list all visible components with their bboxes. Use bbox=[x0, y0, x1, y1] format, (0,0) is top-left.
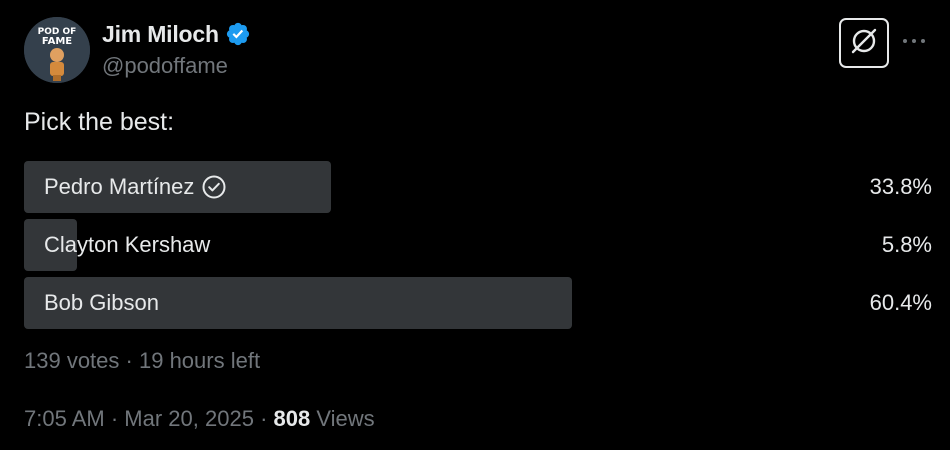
author-handle[interactable]: @podoffame bbox=[102, 53, 228, 79]
poll: Pedro Martínez 33.8% Clayton Kershaw 5.8… bbox=[24, 161, 932, 335]
poll-option-percent: 60.4% bbox=[869, 290, 932, 315]
poll-meta: 139 votes · 19 hours left bbox=[24, 348, 260, 374]
poll-time-left: 19 hours left bbox=[138, 348, 261, 373]
verified-badge-icon[interactable] bbox=[225, 21, 251, 47]
poll-option-percent: 33.8% bbox=[869, 174, 932, 199]
more-horizontal-icon bbox=[902, 32, 926, 50]
tweet-card: POD OF FAME Jim Miloch @podoffame Pick t… bbox=[0, 0, 950, 450]
more-options-button[interactable] bbox=[898, 28, 930, 54]
tweet-timestamp-row: 7:05 AM · Mar 20, 2025 · 808 Views bbox=[24, 406, 375, 432]
poll-votes: 139 votes bbox=[24, 348, 120, 373]
avatar-logo-text-2: FAME bbox=[42, 36, 72, 47]
tweet-date[interactable]: Mar 20, 2025 bbox=[124, 406, 254, 431]
views-label: Views bbox=[316, 406, 375, 431]
grok-button[interactable] bbox=[839, 18, 889, 68]
timestamp-separator-2: · bbox=[260, 406, 268, 431]
poll-option-label: Bob Gibson bbox=[44, 290, 159, 315]
poll-option-percent: 5.8% bbox=[881, 232, 932, 257]
poll-option-label-row: Bob Gibson bbox=[44, 277, 159, 329]
poll-option[interactable]: Clayton Kershaw 5.8% bbox=[24, 219, 932, 271]
poll-option-label: Clayton Kershaw bbox=[44, 232, 211, 257]
poll-option-label-row: Pedro Martínez bbox=[44, 161, 227, 213]
timestamp-separator: · bbox=[110, 406, 119, 431]
poll-option-label: Pedro Martínez bbox=[44, 174, 195, 199]
poll-meta-separator: · bbox=[125, 348, 133, 373]
tweet-time[interactable]: 7:05 AM bbox=[24, 406, 105, 431]
poll-option[interactable]: Bob Gibson 60.4% bbox=[24, 277, 932, 329]
avatar-image: POD OF FAME bbox=[24, 17, 90, 83]
check-circle-icon bbox=[201, 174, 227, 200]
grok-icon bbox=[849, 26, 879, 61]
author-name-row: Jim Miloch bbox=[102, 18, 251, 50]
poll-option[interactable]: Pedro Martínez 33.8% bbox=[24, 161, 932, 213]
views-count: 808 bbox=[273, 406, 311, 431]
poll-option-label-row: Clayton Kershaw bbox=[44, 219, 210, 271]
tweet-text: Pick the best: bbox=[24, 108, 175, 136]
avatar[interactable]: POD OF FAME bbox=[24, 17, 90, 83]
author-display-name[interactable]: Jim Miloch bbox=[102, 21, 219, 48]
